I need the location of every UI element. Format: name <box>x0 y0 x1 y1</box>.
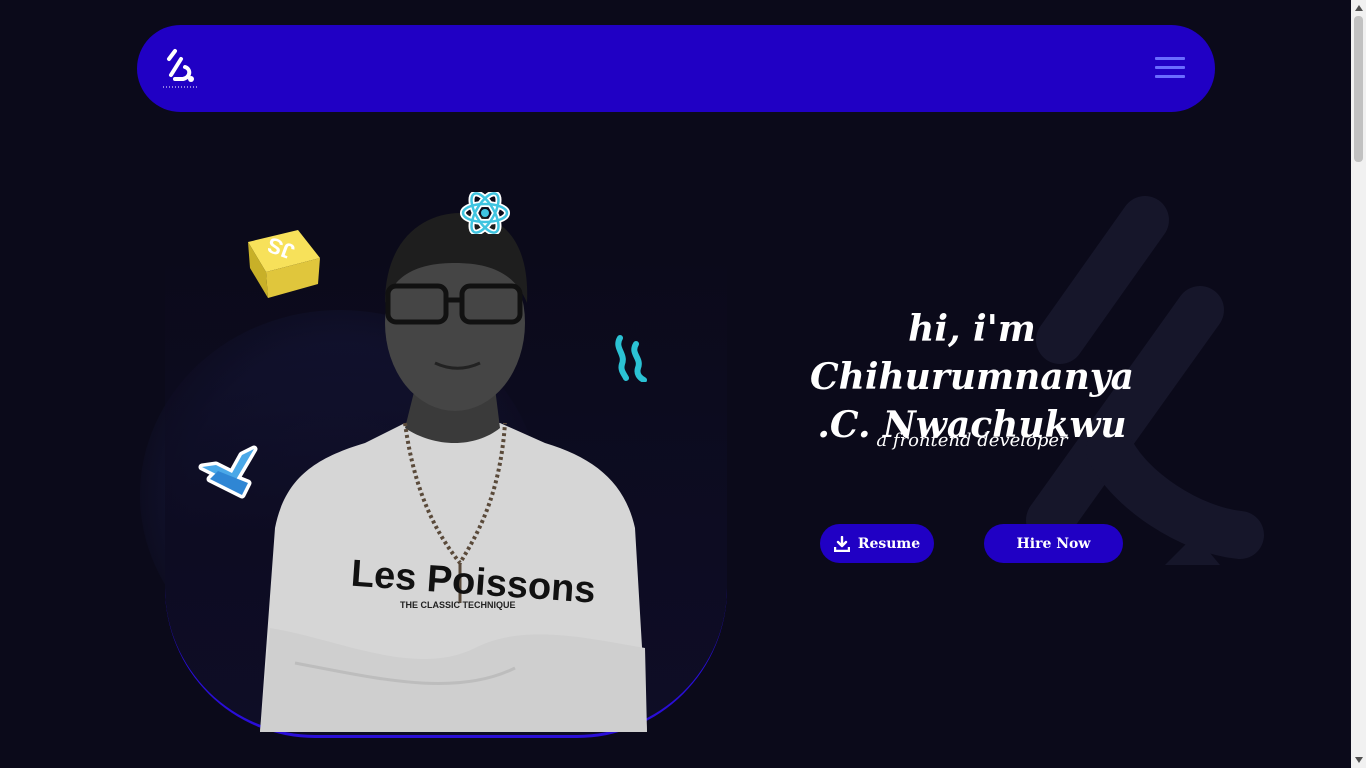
hero-subtitle: a frontend developer <box>876 430 1068 451</box>
resume-button[interactable]: Resume <box>820 524 934 563</box>
page-scrollbar[interactable] <box>1351 0 1366 768</box>
scrollbar-thumb[interactable] <box>1354 16 1363 162</box>
hire-now-button[interactable]: Hire Now <box>984 524 1123 563</box>
logo-icon[interactable] <box>161 45 201 89</box>
hire-now-label: Hire Now <box>1016 535 1091 552</box>
navbar <box>137 25 1215 112</box>
react-icon <box>460 192 510 234</box>
javascript-icon: JS <box>248 230 320 298</box>
download-icon <box>833 535 850 552</box>
resume-label: Resume <box>857 535 921 552</box>
scroll-down-arrow-icon[interactable] <box>1351 752 1366 768</box>
scroll-up-arrow-icon[interactable] <box>1351 0 1366 16</box>
svg-text:THE CLASSIC TECHNIQUE: THE CLASSIC TECHNIQUE <box>400 600 516 610</box>
sass-icon <box>615 335 647 382</box>
hero-title: hi, i'm Chihurumnanya .C. Nwachukwu <box>760 305 1184 449</box>
vue-icon <box>198 445 258 499</box>
hamburger-menu-icon[interactable] <box>1155 57 1185 79</box>
hero-title-line1: hi, i'm Chihurumnanya <box>810 308 1134 398</box>
